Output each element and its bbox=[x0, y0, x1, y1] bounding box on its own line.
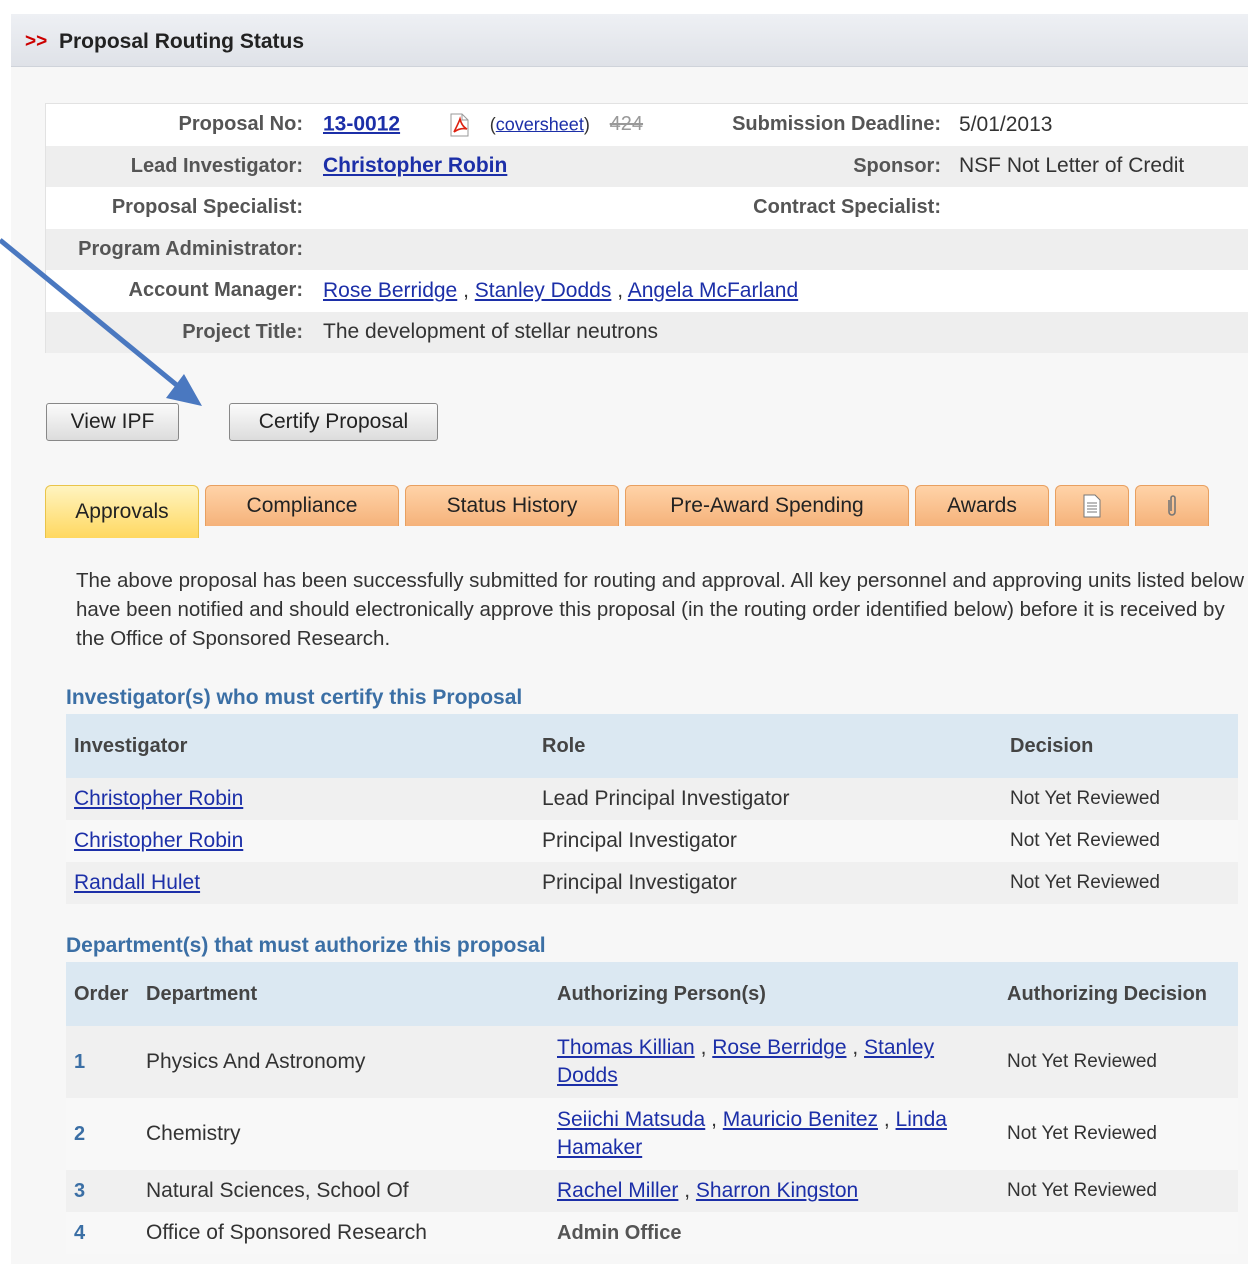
admin-office-cell: Admin Office bbox=[549, 1212, 999, 1254]
department-cell: Natural Sciences, School Of bbox=[138, 1170, 549, 1212]
tab-compliance[interactable]: Compliance bbox=[205, 485, 399, 526]
sponsor-label: Sponsor: bbox=[853, 154, 941, 177]
column-header: Department bbox=[138, 962, 549, 1026]
lead-investigator-link[interactable]: Christopher Robin bbox=[323, 154, 507, 177]
document-icon bbox=[1083, 494, 1101, 518]
department-cell: Physics And Astronomy bbox=[138, 1026, 549, 1098]
investigators-section-title: Investigator(s) who must certify this Pr… bbox=[66, 686, 523, 709]
paperclip-icon bbox=[1168, 495, 1176, 516]
table-row: Randall Hulet Principal Investigator Not… bbox=[66, 862, 1238, 904]
submission-deadline-value: 5/01/2013 bbox=[959, 112, 1053, 136]
decision-cell: Not Yet Reviewed bbox=[1002, 862, 1238, 904]
table-row: Christopher Robin Principal Investigator… bbox=[66, 820, 1238, 862]
decision-cell: Not Yet Reviewed bbox=[1002, 778, 1238, 820]
tab-document[interactable] bbox=[1055, 485, 1129, 526]
table-row: 1 Physics And Astronomy Thomas Killian ,… bbox=[66, 1026, 1238, 1098]
decision-cell: Not Yet Reviewed bbox=[1002, 820, 1238, 862]
column-header: Investigator bbox=[66, 714, 534, 778]
authorizing-person-link[interactable]: Mauricio Benitez bbox=[723, 1108, 878, 1131]
role-cell: Principal Investigator bbox=[534, 862, 1002, 904]
annotation-arrow-icon bbox=[0, 238, 202, 406]
departments-table: Order Department Authorizing Person(s) A… bbox=[66, 962, 1238, 1254]
proposal-count: 424 bbox=[609, 113, 644, 136]
department-cell: Office of Sponsored Research bbox=[138, 1212, 549, 1254]
tab-approvals[interactable]: Approvals bbox=[45, 485, 199, 538]
project-title-value: The development of stellar neutrons bbox=[323, 320, 659, 344]
departments-section-title: Department(s) that must authorize this p… bbox=[66, 934, 546, 957]
decision-cell: Not Yet Reviewed bbox=[999, 1026, 1238, 1098]
sponsor-value: NSF Not Letter of Credit bbox=[959, 154, 1185, 178]
submission-deadline-label: Submission Deadline: bbox=[732, 113, 941, 136]
pdf-icon[interactable] bbox=[446, 112, 472, 138]
order-cell: 1 bbox=[66, 1026, 138, 1098]
investigator-link[interactable]: Christopher Robin bbox=[74, 787, 243, 810]
role-cell: Lead Principal Investigator bbox=[534, 778, 1002, 820]
certify-proposal-button[interactable]: Certify Proposal bbox=[229, 403, 438, 441]
column-header: Decision bbox=[1002, 714, 1238, 778]
column-header: Role bbox=[534, 714, 1002, 778]
tab-pre-award-spending[interactable]: Pre-Award Spending bbox=[625, 485, 909, 526]
table-row: 3 Natural Sciences, School Of Rachel Mil… bbox=[66, 1170, 1238, 1212]
authorizing-person-link[interactable]: Thomas Killian bbox=[557, 1036, 695, 1059]
table-header-row: Investigator Role Decision bbox=[66, 714, 1238, 778]
column-header: Authorizing Person(s) bbox=[549, 962, 999, 1026]
investigators-table: Investigator Role Decision Christopher R… bbox=[66, 714, 1238, 904]
table-row: Christopher Robin Lead Principal Investi… bbox=[66, 778, 1238, 820]
authorizing-person-link[interactable]: Sharron Kingston bbox=[696, 1179, 858, 1202]
table-header-row: Order Department Authorizing Person(s) A… bbox=[66, 962, 1238, 1026]
view-ipf-button[interactable]: View IPF bbox=[46, 403, 179, 441]
proposal-no-value: 13-0012 (coversheet) 424 bbox=[323, 112, 643, 138]
account-manager-link[interactable]: Stanley Dodds bbox=[475, 279, 612, 302]
coversheet-link[interactable]: coversheet bbox=[496, 114, 584, 134]
contract-specialist-label: Contract Specialist: bbox=[753, 196, 941, 219]
intro-text: The above proposal has been successfully… bbox=[76, 569, 1245, 650]
table-row: 2 Chemistry Seiichi Matsuda , Mauricio B… bbox=[66, 1098, 1238, 1170]
tab-status-history[interactable]: Status History bbox=[405, 485, 619, 526]
decision-cell: Not Yet Reviewed bbox=[999, 1170, 1238, 1212]
account-manager-link[interactable]: Angela McFarland bbox=[628, 279, 798, 302]
authorizing-person-link[interactable]: Rachel Miller bbox=[557, 1179, 678, 1202]
tab-awards[interactable]: Awards bbox=[915, 485, 1049, 526]
order-cell: 3 bbox=[66, 1170, 138, 1212]
account-manager-link[interactable]: Rose Berridge bbox=[323, 279, 457, 302]
investigator-link[interactable]: Christopher Robin bbox=[74, 829, 243, 852]
column-header: Authorizing Decision bbox=[999, 962, 1238, 1026]
decision-cell: Not Yet Reviewed bbox=[999, 1098, 1238, 1170]
investigator-link[interactable]: Randall Hulet bbox=[74, 871, 200, 894]
authorizing-person-link[interactable]: Seiichi Matsuda bbox=[557, 1108, 705, 1131]
role-cell: Principal Investigator bbox=[534, 820, 1002, 862]
tab-attachments[interactable] bbox=[1135, 485, 1209, 526]
authorizing-person-link[interactable]: Rose Berridge bbox=[712, 1036, 846, 1059]
column-header: Order bbox=[66, 962, 138, 1026]
table-row: 4 Office of Sponsored Research Admin Off… bbox=[66, 1212, 1238, 1254]
proposal-no-link[interactable]: 13-0012 bbox=[323, 112, 400, 135]
order-cell: 4 bbox=[66, 1212, 138, 1254]
order-cell: 2 bbox=[66, 1098, 138, 1170]
department-cell: Chemistry bbox=[138, 1098, 549, 1170]
